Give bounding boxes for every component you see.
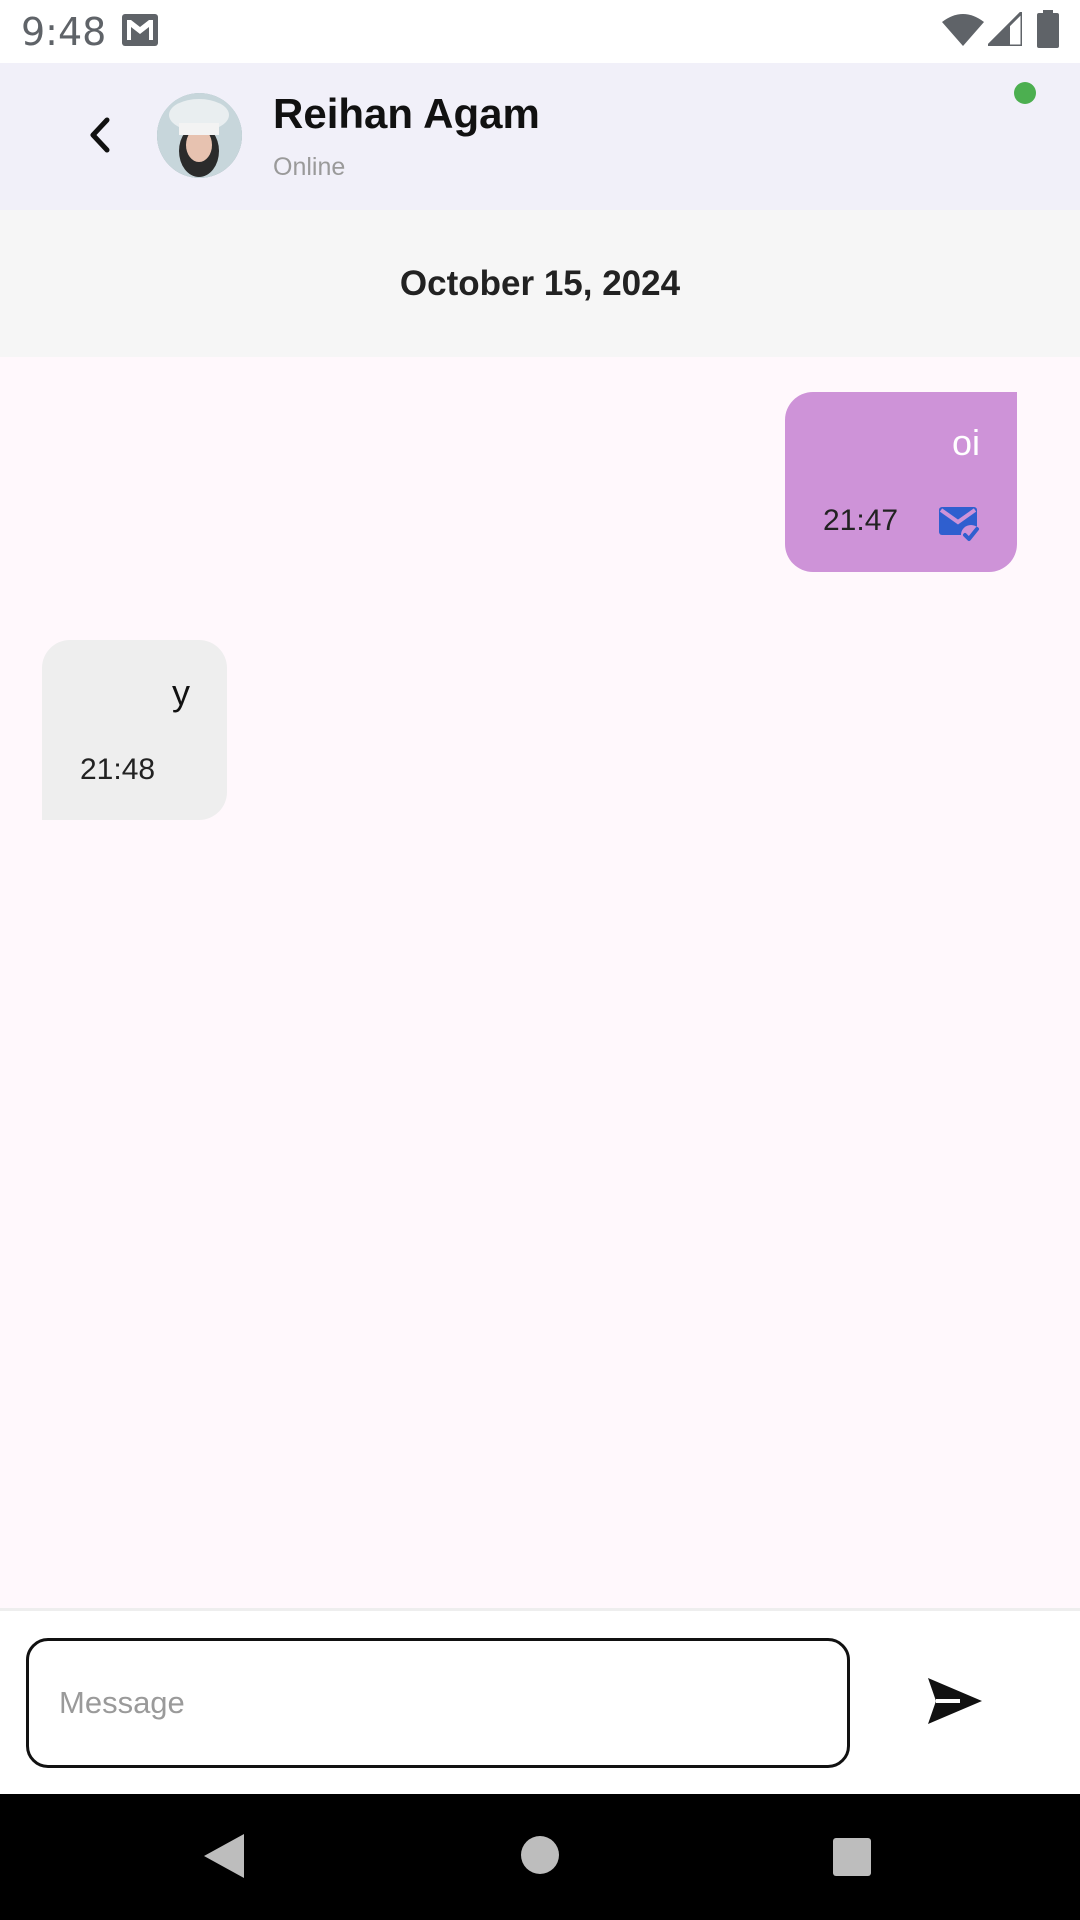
online-indicator bbox=[1014, 82, 1036, 104]
avatar-image bbox=[157, 93, 242, 178]
contact-status: Online bbox=[273, 153, 346, 181]
nav-back-icon[interactable] bbox=[200, 1831, 246, 1881]
back-button[interactable] bbox=[70, 105, 130, 165]
send-button[interactable] bbox=[910, 1656, 1000, 1746]
wifi-icon bbox=[942, 14, 984, 46]
message-input[interactable] bbox=[26, 1638, 850, 1768]
message-composer bbox=[0, 1608, 1080, 1794]
date-label: October 15, 2024 bbox=[399, 263, 681, 303]
send-icon bbox=[928, 1678, 982, 1724]
message-text: oi bbox=[951, 422, 980, 463]
signal-icon bbox=[988, 12, 1022, 46]
status-bar: 9:48 bbox=[0, 0, 1080, 63]
message-time: 21:48 bbox=[80, 753, 156, 786]
contact-name: Reihan Agam bbox=[273, 90, 540, 137]
contact-avatar[interactable] bbox=[157, 93, 242, 178]
received-message-bubble[interactable]: y 21:48 bbox=[42, 640, 227, 820]
status-time: 9:48 bbox=[21, 10, 107, 54]
mark-email-read-icon bbox=[939, 507, 981, 545]
gmail-icon bbox=[122, 14, 158, 46]
date-separator: October 15, 2024 bbox=[0, 210, 1080, 357]
chat-app-bar: Reihan Agam Online bbox=[0, 63, 1080, 210]
chevron-left-icon bbox=[90, 117, 110, 153]
message-time: 21:47 bbox=[823, 504, 899, 537]
nav-home-icon[interactable] bbox=[520, 1835, 560, 1875]
message-text: y bbox=[172, 672, 190, 713]
sent-message-bubble[interactable]: oi 21:47 bbox=[785, 392, 1017, 572]
nav-recents-icon[interactable] bbox=[832, 1837, 872, 1877]
chat-screen: 9:48 Reihan Agam Online October 15, 2024… bbox=[0, 0, 1080, 1920]
battery-icon bbox=[1037, 10, 1059, 48]
system-navigation-bar bbox=[0, 1794, 1080, 1920]
